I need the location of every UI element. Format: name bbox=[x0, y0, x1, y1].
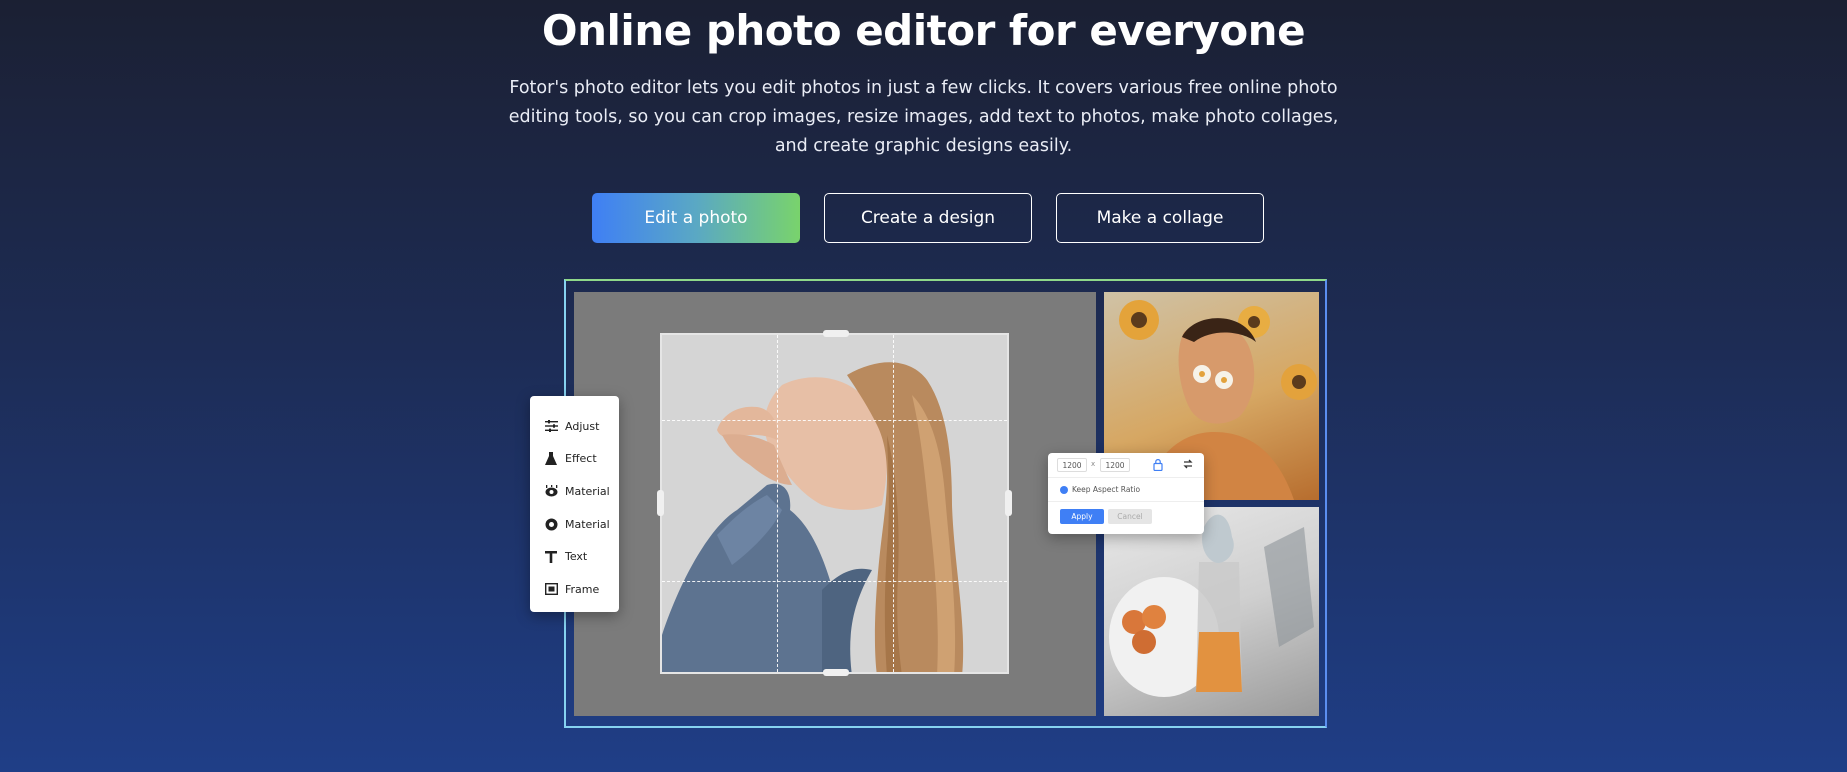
hero-description: Fotor's photo editor lets you edit photo… bbox=[508, 78, 1339, 156]
make-collage-button[interactable]: Make a collage bbox=[1056, 193, 1264, 243]
tool-frame[interactable]: Frame bbox=[530, 573, 619, 606]
frame-icon bbox=[544, 582, 558, 596]
tool-material-eye[interactable]: Material bbox=[530, 475, 619, 508]
tool-label: Material bbox=[565, 517, 610, 531]
text-t-icon bbox=[544, 550, 558, 564]
tool-material-circle[interactable]: Material bbox=[530, 508, 619, 541]
woman-portrait-image bbox=[662, 362, 964, 672]
page-title: Online photo editor for everyone bbox=[541, 6, 1306, 55]
tool-label: Effect bbox=[565, 452, 597, 466]
tool-text[interactable]: Text bbox=[530, 540, 619, 573]
sliders-icon bbox=[544, 419, 558, 433]
tool-label: Text bbox=[565, 550, 588, 564]
tools-panel: Adjust Effect Material Material Text Fra… bbox=[530, 396, 619, 612]
tool-label: Frame bbox=[565, 582, 600, 596]
circle-icon bbox=[544, 517, 558, 531]
crop-handle-left[interactable] bbox=[657, 490, 664, 516]
resize-popup: 1200 x 1200 Keep Aspect Ratio Apply Canc… bbox=[1048, 453, 1204, 534]
tool-adjust[interactable]: Adjust bbox=[530, 410, 619, 443]
height-input[interactable]: 1200 bbox=[1100, 458, 1130, 472]
flask-icon bbox=[544, 452, 558, 466]
crop-box bbox=[660, 333, 1009, 674]
editor-showcase bbox=[564, 279, 1327, 728]
tool-label: Adjust bbox=[565, 419, 600, 433]
drink-glass-thumbnail bbox=[1104, 507, 1319, 716]
dimension-separator: x bbox=[1091, 460, 1096, 468]
lock-icon[interactable] bbox=[1153, 458, 1163, 473]
swap-icon[interactable] bbox=[1183, 459, 1193, 471]
crop-handle-right[interactable] bbox=[1005, 490, 1012, 516]
width-input[interactable]: 1200 bbox=[1057, 458, 1087, 472]
main-photo-canvas bbox=[574, 292, 1096, 716]
crop-handle-top[interactable] bbox=[823, 330, 849, 337]
eye-icon bbox=[544, 484, 558, 498]
crop-handle-bottom[interactable] bbox=[823, 669, 849, 676]
keep-ratio-label: Keep Aspect Ratio bbox=[1072, 485, 1141, 494]
tool-effect[interactable]: Effect bbox=[530, 443, 619, 476]
create-design-button[interactable]: Create a design bbox=[824, 193, 1032, 243]
keep-ratio-checkbox[interactable] bbox=[1060, 486, 1068, 494]
edit-photo-button[interactable]: Edit a photo bbox=[592, 193, 800, 243]
cancel-button[interactable]: Cancel bbox=[1108, 509, 1152, 524]
tool-label: Material bbox=[565, 484, 610, 498]
apply-button[interactable]: Apply bbox=[1060, 509, 1104, 524]
